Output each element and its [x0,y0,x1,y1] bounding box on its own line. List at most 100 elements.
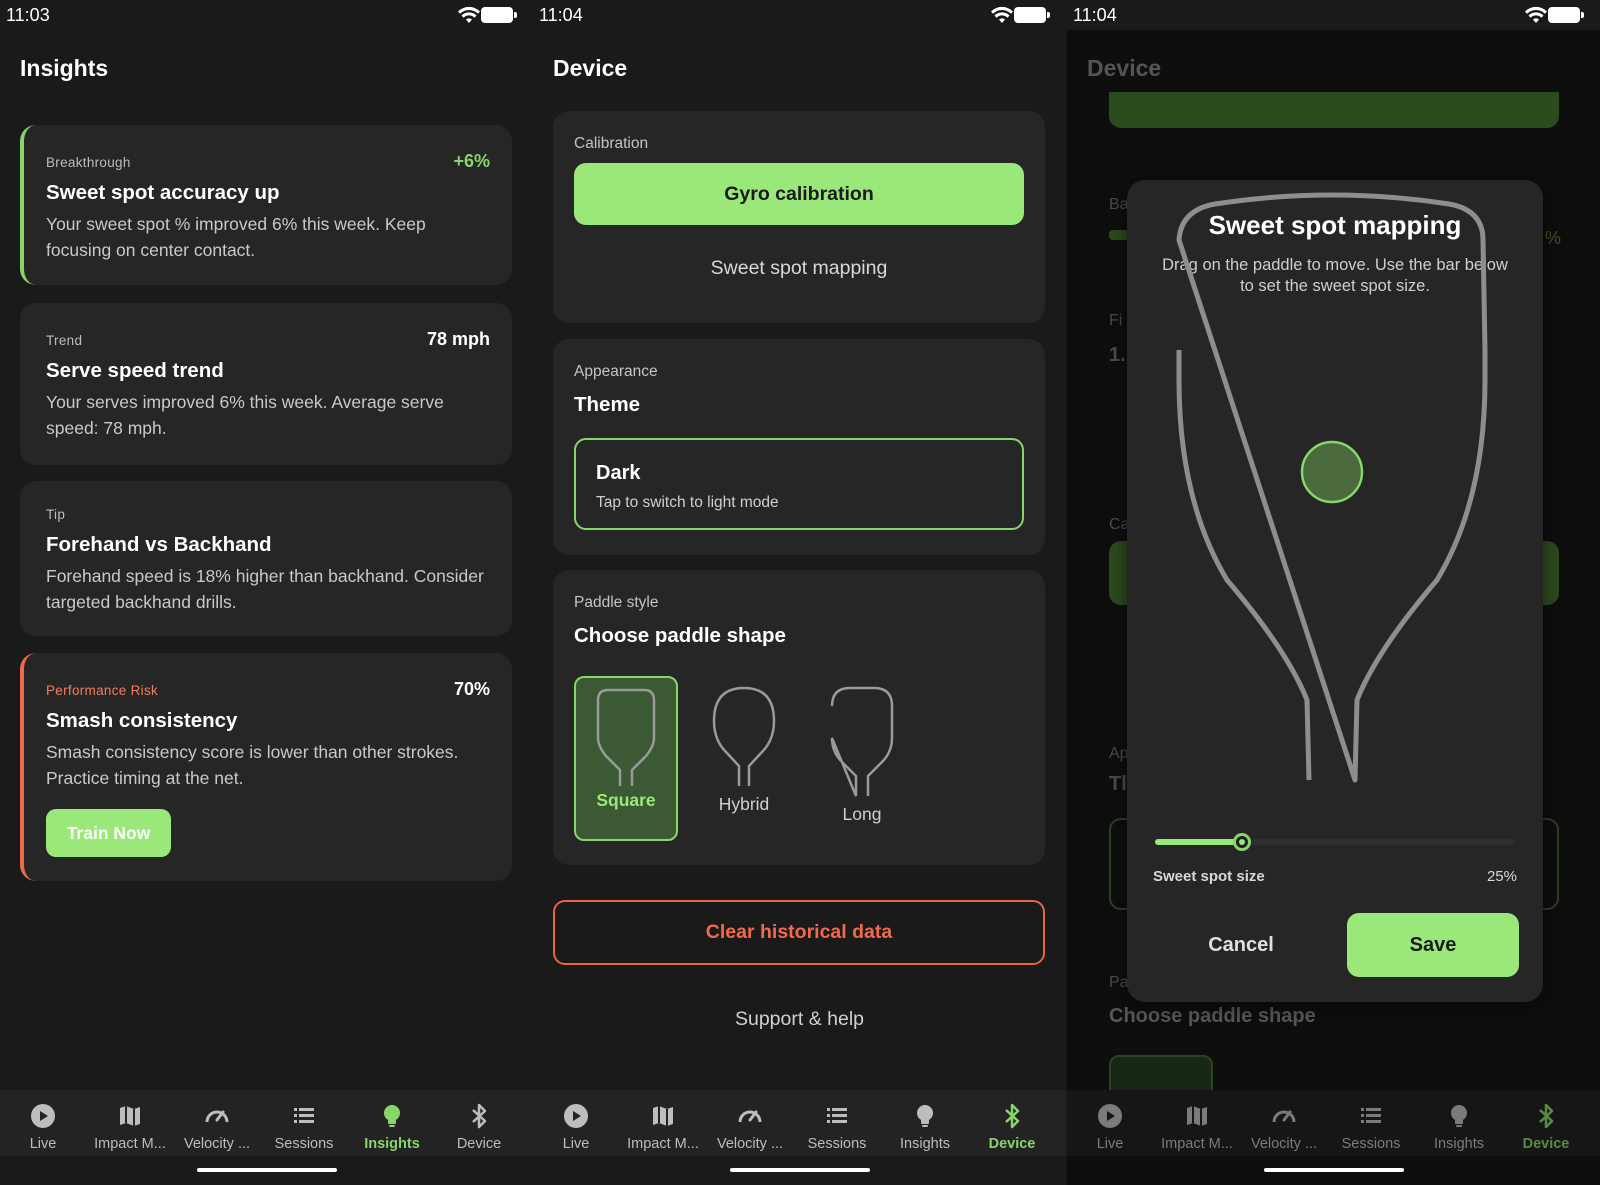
paddle-option-long[interactable]: Long [810,676,914,841]
home-indicator [197,1168,337,1172]
nav-item-sessions[interactable]: Sessions [793,1090,881,1152]
wifi-icon [458,6,480,23]
nav-item-device[interactable]: Device [968,1090,1056,1152]
home-indicator [730,1168,870,1172]
cancel-button[interactable]: Cancel [1157,913,1325,977]
status-time: 11:04 [539,5,583,25]
insight-description: Your serves improved 6% this week. Avera… [46,392,444,438]
nav-item-label: Sessions [807,1136,867,1152]
sweet-spot-size-label: Sweet spot size [1153,868,1265,885]
gyro-calibration-button[interactable]: Gyro calibration [574,163,1024,225]
insight-category: Trend [46,333,83,348]
theme-value: Dark [596,462,641,484]
square-paddle-icon [596,688,656,786]
lightbulb-icon [378,1102,406,1130]
battery-icon [1548,7,1584,23]
speedometer-icon [203,1102,231,1130]
nav-item-device[interactable]: Device [435,1090,523,1152]
insight-card-breakthrough[interactable]: Breakthrough +6% Sweet spot accuracy up … [20,125,512,285]
play-circle-icon [562,1102,590,1130]
nav-item-live[interactable]: Live [0,1090,87,1152]
insight-description: Your sweet spot % improved 6% this week.… [46,214,426,260]
nav-item-label: Device [988,1136,1036,1152]
paddle-option-label: Long [842,804,882,824]
bluetooth-icon [465,1102,493,1130]
insight-category: Tip [46,507,66,522]
wifi-icon [991,6,1013,23]
nav-item-sessions[interactable]: Sessions [260,1090,348,1152]
play-circle-icon [29,1102,57,1130]
nav-item-live[interactable]: Live [533,1090,620,1152]
nav-item-velocity[interactable]: Velocity ... [173,1090,261,1152]
phone-screen-insights: 11:03 Insights Breakthrough +6% Sweet sp… [0,0,533,1185]
train-now-button[interactable]: Train Now [46,809,171,857]
paddle-canvas[interactable] [1127,180,1543,820]
nav-item-impact-m[interactable]: Impact M... [619,1090,707,1152]
section-label: Paddle style [574,594,659,611]
sweet-spot-marker[interactable] [1300,440,1364,504]
status-bar: 11:03 [0,0,533,30]
home-indicator [1264,1168,1404,1172]
calibration-card: Calibration Gyro calibration Sweet spot … [553,111,1045,323]
insight-category: Breakthrough [46,155,131,170]
long-paddle-icon [830,686,894,797]
insight-card-tip[interactable]: Tip Forehand vs Backhand Forehand speed … [20,481,512,636]
phone-screen-device-modal: 11:04 Device Ba % Fi 1. Ca Ap Tl Pa Choo… [1067,0,1600,1185]
list-icon [823,1102,851,1130]
section-label: Calibration [574,135,649,152]
theme-hint: Tap to switch to light mode [596,494,779,511]
nav-item-label: Sessions [274,1136,334,1152]
insight-title: Forehand vs Backhand [46,533,272,556]
phone-screen-device: 11:04 Device Calibration Gyro calibratio… [533,0,1066,1185]
insight-card-performance-risk[interactable]: Performance Risk 70% Smash consistency S… [20,653,512,881]
nav-item-label: Impact M... [94,1136,166,1152]
insight-description: Forehand speed is 18% higher than backha… [46,566,484,612]
status-time: 11:03 [6,5,50,25]
paddle-style-card: Paddle style Choose paddle shape Square … [553,570,1045,865]
clear-historical-data-button[interactable]: Clear historical data [553,900,1045,965]
insight-metric: +6% [453,151,490,171]
sweet-spot-size-slider[interactable] [1155,832,1515,852]
sweet-spot-size-value: 25% [1486,868,1517,885]
theme-toggle[interactable]: Dark Tap to switch to light mode [574,438,1024,530]
battery-icon [1014,7,1050,23]
status-bar: 11:04 [1067,0,1600,30]
nav-item-label: Live [29,1136,57,1152]
support-help-link[interactable]: Support & help [533,1008,1066,1031]
paddle-option-label: Hybrid [718,794,770,814]
map-icon [649,1102,677,1130]
nav-item-label: Impact M... [627,1136,699,1152]
nav-item-label: Insights [364,1136,420,1152]
insight-title: Serve speed trend [46,359,224,382]
sweet-spot-mapping-button[interactable]: Sweet spot mapping [553,257,1045,280]
battery-icon [481,7,517,23]
slider-fill [1155,839,1245,845]
nav-item-velocity[interactable]: Velocity ... [706,1090,794,1152]
insight-metric: 70% [453,679,490,699]
status-time: 11:04 [1073,5,1117,25]
hybrid-paddle-icon [712,686,776,786]
nav-item-impact-m[interactable]: Impact M... [86,1090,174,1152]
page-title: Device [553,55,628,81]
nav-dim-overlay [1067,1090,1600,1156]
nav-item-insights[interactable]: Insights [881,1090,969,1152]
section-heading: Choose paddle shape [574,624,786,647]
nav-item-insights[interactable]: Insights [348,1090,436,1152]
appearance-card: Appearance Theme Dark Tap to switch to l… [553,339,1045,555]
insight-title: Sweet spot accuracy up [46,181,280,204]
sweet-spot-mapping-dialog: Sweet spot mapping Drag on the paddle to… [1127,180,1543,1002]
bottom-nav: Live Impact M... Velocity ... Sessions Insig… [0,1090,533,1156]
bottom-nav: Live Impact M... Velocity ... Sessions Insig… [533,1090,1066,1156]
nav-item-label: Velocity ... [183,1136,251,1152]
insight-card-trend[interactable]: Trend 78 mph Serve speed trend Your serv… [20,303,512,465]
paddle-option-square[interactable]: Square [574,676,678,841]
nav-item-label: Device [456,1136,502,1152]
paddle-option-hybrid[interactable]: Hybrid [692,676,796,841]
map-icon [116,1102,144,1130]
nav-item-label: Insights [900,1136,950,1152]
slider-thumb[interactable] [1233,833,1251,851]
bluetooth-icon [998,1102,1026,1130]
save-button[interactable]: Save [1347,913,1519,977]
insight-category: Performance Risk [46,683,159,698]
insight-title: Smash consistency [46,709,238,732]
